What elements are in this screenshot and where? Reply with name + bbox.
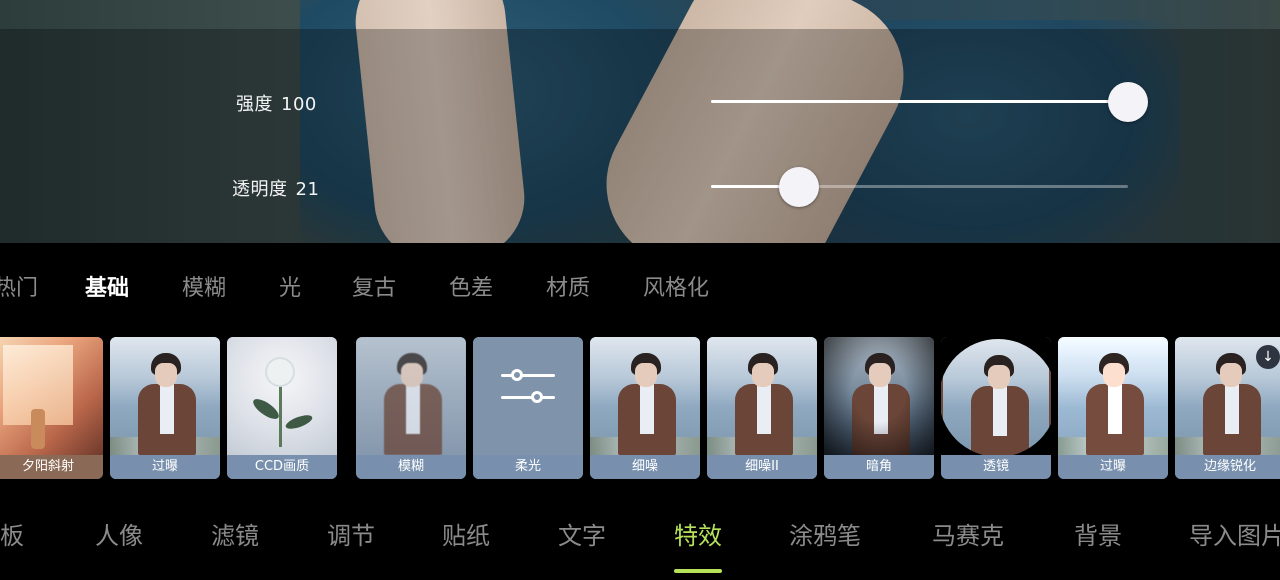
strength-label: 强度 100	[236, 90, 317, 116]
category-tab-hot[interactable]: 热门	[0, 270, 38, 302]
effect-thumbnail	[0, 337, 103, 455]
opacity-label-text: 透明度	[232, 179, 288, 200]
effect-tile-vignette[interactable]: 暗角	[824, 337, 934, 479]
effect-label: 柔光	[473, 455, 583, 479]
person-figure	[110, 337, 220, 455]
person-figure	[356, 337, 466, 455]
strength-slider-thumb[interactable]	[1108, 82, 1148, 122]
main-tab-filter[interactable]: 滤镜	[211, 516, 259, 551]
opacity-slider[interactable]	[711, 167, 1128, 207]
main-tab-portrait[interactable]: 人像	[95, 516, 143, 551]
effect-thumbnail	[824, 337, 934, 455]
person-figure	[590, 337, 700, 455]
effect-thumbnail: ↓	[1175, 337, 1280, 455]
main-tab-sticker[interactable]: 贴纸	[442, 516, 490, 551]
category-tab-stylize[interactable]: 风格化	[643, 270, 709, 302]
main-toolbar: 模板 人像 滤镜 调节 贴纸 文字 特效 涂鸦笔 马赛克 背景 导入图片	[0, 516, 1280, 556]
effect-thumbnail	[941, 337, 1051, 457]
category-tab-chromatic[interactable]: 色差	[449, 270, 493, 302]
effect-tile-lens[interactable]: 透镜	[941, 337, 1051, 479]
effect-label: 夕阳斜射	[0, 455, 103, 479]
sliders-icon	[501, 369, 555, 413]
strength-label-text: 强度	[236, 94, 273, 115]
main-tab-template[interactable]: 模板	[0, 516, 24, 551]
effect-tile-overexpose[interactable]: 过曝	[110, 337, 220, 479]
effect-thumbnail	[356, 337, 466, 455]
flower	[267, 359, 293, 385]
main-tab-doodle[interactable]: 涂鸦笔	[789, 516, 861, 551]
effect-tile-fine-noise-2[interactable]: 细噪II	[707, 337, 817, 479]
main-tab-import-image[interactable]: 导入图片	[1189, 516, 1280, 551]
strength-slider-fill	[711, 100, 1128, 103]
effect-thumbnail	[707, 337, 817, 455]
main-tab-adjust[interactable]: 调节	[327, 516, 375, 551]
download-icon[interactable]: ↓	[1256, 345, 1280, 369]
effect-tile-fine-noise[interactable]: 细噪	[590, 337, 700, 479]
person-figure	[824, 337, 934, 455]
strength-slider[interactable]	[711, 82, 1148, 122]
category-tabs: 热门 基础 模糊 光 复古 色差 材质 风格化	[0, 270, 1280, 310]
active-tab-indicator	[674, 569, 722, 573]
effect-tile-sunset[interactable]: 夕阳斜射	[0, 337, 103, 479]
effect-tile-overexpose-2[interactable]: 过曝	[1058, 337, 1168, 479]
effect-thumbnail	[590, 337, 700, 455]
strength-value: 100	[281, 94, 317, 115]
effect-label: 过曝	[110, 455, 220, 479]
effect-tile-edge-sharpen[interactable]: ↓ 边缘锐化	[1175, 337, 1280, 479]
person-figure	[707, 337, 817, 455]
main-tab-effects[interactable]: 特效	[674, 516, 722, 551]
effect-tile-blur[interactable]: 模糊	[356, 337, 466, 479]
person-figure	[1058, 337, 1168, 455]
effect-thumbnail	[227, 337, 337, 455]
category-tab-texture[interactable]: 材质	[546, 270, 590, 302]
opacity-value: 21	[295, 179, 320, 200]
effect-tile-ccd[interactable]: CCD画质	[227, 337, 337, 479]
effect-label: 透镜	[941, 455, 1051, 479]
slider-overlay	[0, 29, 1280, 243]
main-tab-background[interactable]: 背景	[1074, 516, 1122, 551]
effect-thumbnail	[473, 337, 583, 455]
category-tab-light[interactable]: 光	[279, 270, 301, 302]
main-tab-mosaic[interactable]: 马赛克	[932, 516, 1004, 551]
category-tab-retro[interactable]: 复古	[352, 270, 396, 302]
effect-label: 细噪	[590, 455, 700, 479]
effect-label: 边缘锐化	[1175, 455, 1280, 479]
opacity-slider-thumb[interactable]	[778, 167, 819, 207]
effect-label: 过曝	[1058, 455, 1168, 479]
effect-label: 暗角	[824, 455, 934, 479]
effect-thumbnail	[110, 337, 220, 455]
opacity-label: 透明度 21	[232, 175, 319, 201]
category-tab-basic[interactable]: 基础	[85, 270, 129, 302]
effect-label: 细噪II	[707, 455, 817, 479]
person-figure	[943, 339, 1051, 457]
effects-strip: 夕阳斜射 过曝 CCD画质 模糊 柔光 细噪 细噪II 暗角 透镜 过曝 ↓ 边…	[0, 337, 1280, 479]
main-tab-text[interactable]: 文字	[558, 516, 606, 551]
effect-label: CCD画质	[227, 455, 337, 479]
effect-label: 模糊	[356, 455, 466, 479]
vase	[31, 409, 45, 449]
effect-thumbnail	[1058, 337, 1168, 455]
category-tab-blur[interactable]: 模糊	[182, 270, 226, 302]
effect-tile-soft-light[interactable]: 柔光	[473, 337, 583, 479]
